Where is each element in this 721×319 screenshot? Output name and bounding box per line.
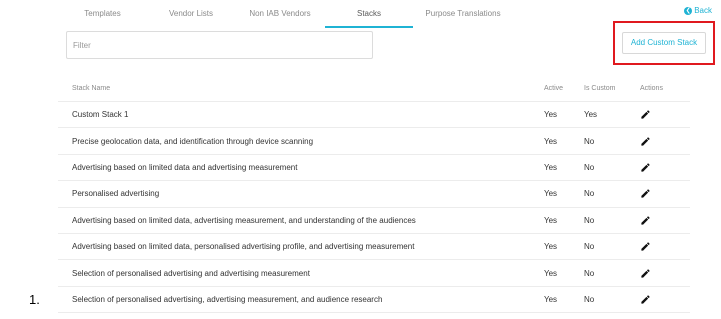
edit-stack-button[interactable] [640, 102, 651, 127]
table-row: Advertising based on limited data and ad… [58, 155, 690, 182]
stack-name-cell: Custom Stack 1 [72, 110, 129, 120]
active-cell: Yes [544, 242, 558, 252]
edit-stack-button[interactable] [640, 234, 651, 259]
table-row: Selection of personalised advertising an… [58, 260, 690, 287]
active-cell: Yes [544, 189, 558, 199]
back-link[interactable]: ❮ Back [684, 6, 712, 15]
edit-stack-button[interactable] [640, 260, 651, 285]
is-custom-cell: No [584, 268, 595, 278]
pencil-icon [641, 110, 650, 119]
pencil-icon [641, 242, 650, 251]
filter-input[interactable] [66, 31, 373, 59]
is-custom-cell: No [584, 136, 595, 146]
edit-stack-button[interactable] [640, 128, 651, 153]
pencil-icon [641, 163, 650, 172]
active-cell: Yes [544, 215, 558, 225]
table-row: Personalised advertising Yes No [58, 181, 690, 208]
stacks-tab-bar: Templates Vendor Lists Non IAB Vendors S… [58, 0, 513, 28]
table-row: Selection of personalised advertising, a… [58, 287, 690, 314]
stack-name-cell: Personalised advertising [72, 189, 160, 199]
pencil-icon [641, 216, 650, 225]
stack-name-cell: Precise geolocation data, and identifica… [72, 136, 314, 146]
active-cell: Yes [544, 162, 558, 172]
tab-vendor-lists[interactable]: Vendor Lists [147, 0, 235, 28]
stack-name-cell: Advertising based on limited data, adver… [72, 215, 416, 225]
stack-name-cell: Selection of personalised advertising, a… [72, 294, 383, 304]
table-row: Advertising based on limited data, perso… [58, 234, 690, 261]
pencil-icon [641, 268, 650, 278]
list-marker: 1. [29, 292, 40, 307]
is-custom-cell: No [584, 215, 595, 225]
active-cell: Yes [544, 294, 558, 304]
is-custom-cell: No [584, 242, 595, 252]
tab-templates[interactable]: Templates [58, 0, 147, 28]
stack-name-cell: Advertising based on limited data, perso… [72, 242, 415, 252]
is-custom-cell: Yes [584, 110, 598, 120]
pencil-icon [641, 189, 650, 198]
is-custom-cell: No [584, 162, 595, 172]
pencil-icon [641, 295, 650, 304]
table-header-row: Stack Name Active Is Custom Actions [58, 76, 690, 102]
pencil-icon [641, 136, 650, 146]
stack-name-cell: Advertising based on limited data and ad… [72, 162, 298, 172]
add-custom-stack-button[interactable]: Add Custom Stack [622, 32, 706, 54]
active-cell: Yes [544, 268, 558, 278]
header-actions: Actions [640, 85, 663, 92]
table-row: Custom Stack 1 Yes Yes [58, 102, 690, 129]
is-custom-cell: No [584, 189, 595, 199]
edit-stack-button[interactable] [640, 181, 651, 206]
is-custom-cell: No [584, 294, 595, 304]
edit-stack-button[interactable] [640, 155, 651, 180]
table-row: Advertising based on limited data, adver… [58, 208, 690, 234]
header-active: Active [544, 85, 564, 92]
table-row: Precise geolocation data, and identifica… [58, 128, 690, 155]
tab-purpose-translations[interactable]: Purpose Translations [413, 0, 513, 28]
stack-name-cell: Selection of personalised advertising an… [72, 268, 310, 278]
header-stack-name: Stack Name [72, 85, 111, 92]
back-label: Back [694, 6, 712, 15]
edit-stack-button[interactable] [640, 287, 651, 312]
chevron-left-circle-icon: ❮ [684, 6, 693, 15]
active-cell: Yes [544, 136, 558, 146]
header-is-custom: Is Custom [584, 85, 616, 92]
stacks-table: Stack Name Active Is Custom Actions Cust… [58, 76, 690, 314]
tab-stacks[interactable]: Stacks [325, 0, 413, 28]
edit-stack-button[interactable] [640, 208, 651, 233]
tab-non-iab-vendors[interactable]: Non IAB Vendors [235, 0, 325, 28]
active-cell: Yes [544, 110, 558, 120]
